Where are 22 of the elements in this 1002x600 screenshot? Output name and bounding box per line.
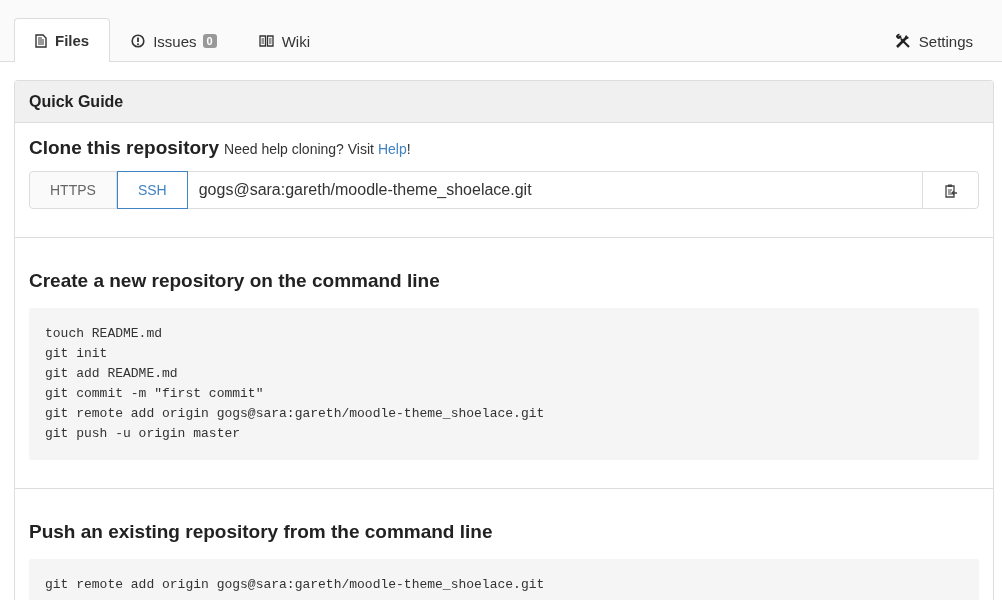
- protocol-button[interactable]: SSH: [116, 171, 188, 209]
- book-icon: [258, 35, 274, 47]
- panel-header: Quick Guide: [15, 81, 993, 123]
- tab[interactable]: Wiki: [237, 19, 331, 62]
- tab[interactable]: Files: [14, 18, 111, 62]
- clone-heading: Clone this repository: [29, 137, 220, 159]
- code-block: touch README.md git init git add README.md git commit -m "first commit" git remote add origin gogs@sara:gareth/moodle-theme_shoelace.git git push -u origin master: [29, 308, 979, 460]
- protocol-button[interactable]: HTTPS: [29, 171, 117, 209]
- count-badge: 0: [202, 34, 217, 48]
- url-field[interactable]: gogs@sara:gareth/moodle-theme_shoelace.git: [187, 171, 922, 209]
- tools-icon: [894, 33, 911, 49]
- document-icon: [35, 33, 47, 48]
- copy-button[interactable]: [922, 171, 979, 209]
- section-heading: Create a new repository on the command line: [29, 269, 441, 293]
- help-link[interactable]: Help: [377, 141, 407, 157]
- clipboard-icon: [943, 182, 958, 198]
- exclamation-circle-icon: [131, 34, 146, 48]
- settings-tab[interactable]: Settings: [873, 19, 974, 62]
- tab[interactable]: Issues 0: [110, 19, 238, 62]
- section-heading: Push an existing repository from the command line: [29, 520, 494, 544]
- code-block: git remote add origin gogs@sara:gareth/moodle-theme_shoelace.git: [29, 559, 979, 600]
- help-text: Need help cloning? Visit Help!: [224, 141, 411, 157]
